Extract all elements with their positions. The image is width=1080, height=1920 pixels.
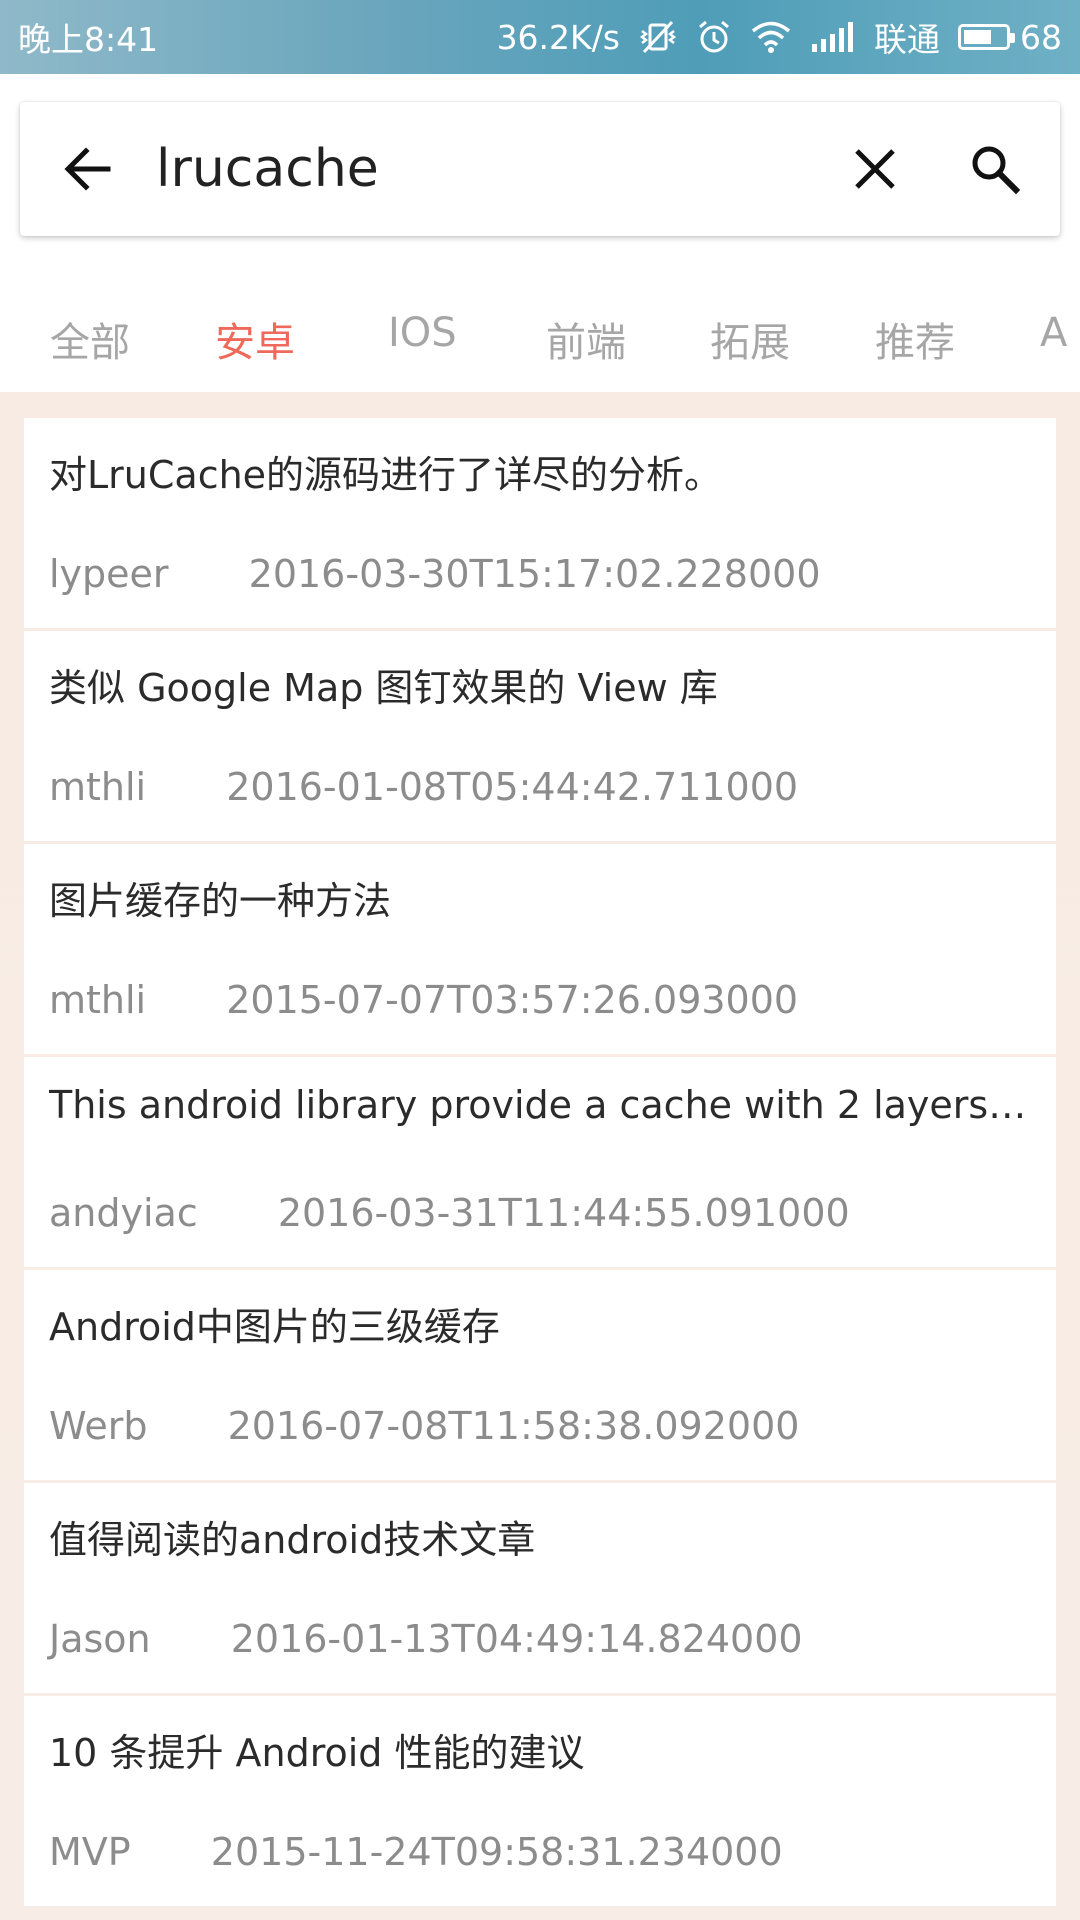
item-meta: andyiac 2016-03-31T11:44:55.091000 <box>49 1191 850 1235</box>
item-title: 值得阅读的android技术文章 <box>49 1518 536 1562</box>
item-meta: MVP 2015-11-24T09:58:31.234000 <box>49 1830 783 1874</box>
search-input[interactable] <box>156 129 820 209</box>
tab-android[interactable]: 安卓 <box>215 310 295 368</box>
item-meta: mthli 2016-01-08T05:44:42.711000 <box>49 765 798 809</box>
list-item[interactable]: 对LruCache的源码进行了详尽的分析。 lypeer 2016-03-30T… <box>24 418 1056 628</box>
battery-level: 68 <box>1020 17 1062 57</box>
category-tabs: 全部 安卓 IOS 前端 拓展 推荐 A <box>0 280 1080 390</box>
item-date: 2016-03-30T15:17:02.228000 <box>248 552 821 596</box>
back-button[interactable] <box>20 102 156 236</box>
item-author: MVP <box>49 1830 131 1874</box>
signal-icon <box>810 22 856 52</box>
item-title: 10 条提升 Android 性能的建议 <box>49 1731 585 1775</box>
tab-frontend[interactable]: 前端 <box>546 310 626 368</box>
tab-all[interactable]: 全部 <box>50 310 130 368</box>
list-item[interactable]: 类似 Google Map 图钉效果的 View 库 mthli 2016-01… <box>24 631 1056 841</box>
item-meta: lypeer 2016-03-30T15:17:02.228000 <box>49 552 821 596</box>
network-speed: 36.2K/s <box>496 17 620 57</box>
alarm-icon <box>696 19 732 55</box>
clear-button[interactable] <box>820 102 930 236</box>
battery-icon <box>958 24 1015 50</box>
item-title: Android中图片的三级缓存 <box>49 1305 500 1349</box>
search-icon <box>972 146 1021 195</box>
tab-extension[interactable]: 拓展 <box>710 310 790 368</box>
item-author: lypeer <box>49 552 169 596</box>
battery-fill <box>964 30 992 44</box>
item-date: 2016-01-08T05:44:42.711000 <box>226 765 799 809</box>
item-meta: Jason 2016-01-13T04:49:14.824000 <box>49 1617 803 1661</box>
list-item[interactable]: This android library provide a cache wit… <box>24 1057 1056 1267</box>
item-date: 2015-07-07T03:57:26.093000 <box>226 978 799 1022</box>
item-meta: mthli 2015-07-07T03:57:26.093000 <box>49 978 798 1022</box>
list-item[interactable]: 10 条提升 Android 性能的建议 MVP 2015-11-24T09:5… <box>24 1696 1056 1906</box>
status-time: 晚上8:41 <box>18 20 159 59</box>
item-author: mthli <box>49 765 147 809</box>
item-title: 类似 Google Map 图钉效果的 View 库 <box>49 666 718 710</box>
list-item[interactable]: 图片缓存的一种方法 mthli 2015-07-07T03:57:26.0930… <box>24 844 1056 1054</box>
search-bar <box>20 102 1060 236</box>
item-date: 2015-11-24T09:58:31.234000 <box>210 1830 783 1874</box>
tab-recommend[interactable]: 推荐 <box>875 310 955 368</box>
vibrate-off-icon <box>638 19 678 55</box>
item-author: andyiac <box>49 1191 198 1235</box>
item-date: 2016-01-13T04:49:14.824000 <box>230 1617 803 1661</box>
item-title: This android library provide a cache wit… <box>49 1083 1029 1127</box>
item-author: Werb <box>49 1404 148 1448</box>
item-meta: Werb 2016-07-08T11:58:38.092000 <box>49 1404 799 1448</box>
status-bar: 晚上8:41 36.2K/s 联通 68 <box>0 0 1080 74</box>
tab-more[interactable]: A <box>1040 310 1067 356</box>
tab-ios[interactable]: IOS <box>388 310 457 356</box>
list-item[interactable]: Android中图片的三级缓存 Werb 2016-07-08T11:58:38… <box>24 1270 1056 1480</box>
item-date: 2016-03-31T11:44:55.091000 <box>277 1191 850 1235</box>
item-title: 图片缓存的一种方法 <box>49 879 392 923</box>
search-button[interactable] <box>930 102 1060 236</box>
item-title: 对LruCache的源码进行了详尽的分析。 <box>49 453 723 497</box>
item-author: mthli <box>49 978 147 1022</box>
arrow-left-icon <box>64 147 111 191</box>
carrier-label: 联通 <box>874 20 940 59</box>
item-date: 2016-07-08T11:58:38.092000 <box>227 1404 800 1448</box>
wifi-icon <box>750 20 792 54</box>
battery: 68 <box>958 18 1062 57</box>
results-list: 对LruCache的源码进行了详尽的分析。 lypeer 2016-03-30T… <box>24 418 1056 1909</box>
item-author: Jason <box>49 1617 151 1661</box>
list-item[interactable]: 值得阅读的android技术文章 Jason 2016-01-13T04:49:… <box>24 1483 1056 1693</box>
close-icon <box>855 149 895 189</box>
results-area: 对LruCache的源码进行了详尽的分析。 lypeer 2016-03-30T… <box>0 392 1080 1920</box>
